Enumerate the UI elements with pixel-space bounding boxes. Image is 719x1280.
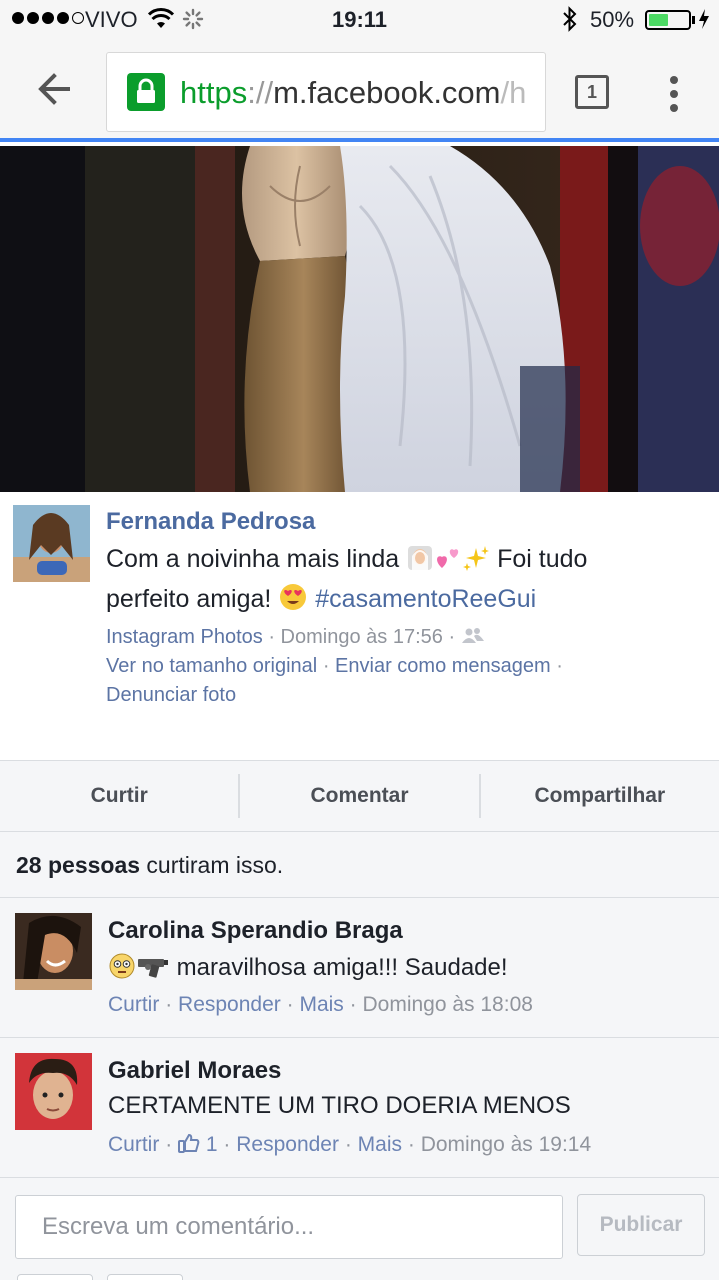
bluetooth-icon	[561, 6, 579, 38]
caption-line1-end: Foi tudo	[497, 545, 588, 573]
caption-line2: perfeito amiga!	[106, 585, 272, 613]
separator-dot: ·	[556, 655, 563, 677]
post-author-name[interactable]: Fernanda Pedrosa	[106, 508, 315, 536]
comment-like-link[interactable]: Curtir	[108, 993, 159, 1016]
comment-meta: Curtir · 1 · Responder · Mais · Domingo …	[108, 1133, 591, 1157]
comment-reply-link[interactable]: Responder	[178, 993, 281, 1016]
post-action-bar: Curtir Comentar Compartilhar	[0, 760, 719, 832]
separator-dot: ·	[407, 1133, 415, 1156]
comment-item: Carolina Sperandio Braga maravilhosa ami…	[0, 898, 719, 1038]
source-link[interactable]: Instagram Photos	[106, 626, 263, 648]
separator-dot: ·	[165, 1133, 173, 1156]
comment-text: CERTAMENTE UM TIRO DOERIA MENOS	[108, 1092, 571, 1120]
likes-suffix: curtiram isso.	[146, 852, 284, 878]
lock-icon	[127, 73, 165, 111]
like-button[interactable]: Curtir	[0, 774, 238, 818]
commenter-name[interactable]: Gabriel Moraes	[108, 1057, 281, 1085]
post-caption: Com a noivinha mais linda Foi tudo perfe…	[106, 542, 706, 622]
separator-dot: ·	[268, 626, 275, 648]
url-host: m.facebook.com	[273, 75, 501, 110]
comment-text: maravilhosa amiga!!! Saudade!	[108, 952, 508, 987]
post-timestamp[interactable]: Domingo às 17:56	[281, 626, 443, 648]
bride-emoji-icon	[406, 544, 434, 582]
separator-dot: ·	[344, 1133, 352, 1156]
separator-dot: ·	[448, 626, 456, 648]
comment-more-link[interactable]: Mais	[299, 993, 343, 1016]
publish-button[interactable]: Publicar	[577, 1194, 705, 1256]
url-path: /h	[500, 75, 527, 110]
comment-composer: Publicar	[0, 1178, 719, 1280]
back-arrow-icon[interactable]	[34, 68, 76, 110]
flushed-emoji-icon	[108, 952, 136, 987]
url-text: https://m.facebook.com/h	[180, 75, 526, 111]
url-separator: ://	[247, 75, 274, 110]
separator-dot: ·	[286, 993, 294, 1016]
comment-item: Gabriel Moraes CERTAMENTE UM TIRO DOERIA…	[0, 1038, 719, 1178]
comment-timestamp: Domingo às 19:14	[420, 1133, 592, 1156]
battery-nub	[692, 16, 695, 24]
author-avatar[interactable]	[13, 505, 90, 582]
tab-switcher-button[interactable]: 1	[575, 75, 609, 109]
commenter-avatar[interactable]	[15, 1053, 92, 1130]
caption-line1: Com a noivinha mais linda	[106, 545, 400, 573]
toolbar-button-partial[interactable]	[107, 1274, 183, 1280]
hashtag-link[interactable]: #casamentoReeGui	[315, 585, 536, 613]
comment-like-link[interactable]: Curtir	[108, 1133, 159, 1156]
separator-dot: ·	[223, 1133, 231, 1156]
heart-eyes-emoji-icon	[278, 582, 308, 622]
url-scheme: https	[180, 75, 248, 110]
separator-dot: ·	[349, 993, 357, 1016]
comment-input[interactable]	[15, 1195, 563, 1259]
post-meta: Instagram Photos · Domingo às 17:56 · Ve…	[106, 623, 706, 710]
overflow-menu-icon[interactable]	[660, 74, 688, 114]
separator-dot: ·	[165, 993, 173, 1016]
address-bar[interactable]: https://m.facebook.com/h	[106, 52, 546, 132]
battery-percent: 50%	[590, 7, 635, 32]
status-bar: VIVO 19:11 50%	[0, 0, 719, 40]
comment-reply-link[interactable]: Responder	[236, 1133, 339, 1156]
report-photo-link[interactable]: Denunciar foto	[106, 684, 236, 706]
toolbar-button-partial[interactable]	[17, 1274, 93, 1280]
post-photo[interactable]	[0, 146, 719, 492]
friends-icon[interactable]	[461, 626, 485, 648]
comment-meta: Curtir · Responder · Mais · Domingo às 1…	[108, 993, 533, 1017]
battery-icon	[645, 10, 691, 30]
charging-bolt-icon	[698, 8, 710, 36]
likes-count[interactable]: 28 pessoas	[16, 852, 140, 878]
commenter-name[interactable]: Carolina Sperandio Braga	[108, 917, 403, 945]
likes-summary: 28 pessoas curtiram isso.	[0, 832, 719, 898]
hearts-emoji-icon	[434, 544, 462, 582]
comment-timestamp: Domingo às 18:08	[362, 993, 533, 1016]
commenter-avatar[interactable]	[15, 913, 92, 990]
sparkles-emoji-icon	[462, 544, 490, 582]
view-full-size-link[interactable]: Ver no tamanho original	[106, 655, 317, 677]
comment-button[interactable]: Comentar	[238, 774, 478, 818]
comment-more-link[interactable]: Mais	[358, 1133, 402, 1156]
thumbs-up-icon	[178, 1133, 200, 1156]
separator-dot: ·	[322, 655, 330, 677]
pistol-emoji-icon	[136, 954, 170, 987]
comment-body: CERTAMENTE UM TIRO DOERIA MENOS	[108, 1092, 571, 1119]
post-details: Fernanda Pedrosa Com a noivinha mais lin…	[0, 492, 719, 760]
send-as-message-link[interactable]: Enviar como mensagem	[335, 655, 551, 677]
share-button[interactable]: Compartilhar	[478, 774, 719, 818]
browser-toolbar: https://m.facebook.com/h 1	[0, 40, 719, 142]
comment-reaction-count: 1	[205, 1133, 218, 1156]
comment-body: maravilhosa amiga!!! Saudade!	[176, 954, 508, 981]
comment-reactions[interactable]: 1	[178, 1133, 218, 1156]
